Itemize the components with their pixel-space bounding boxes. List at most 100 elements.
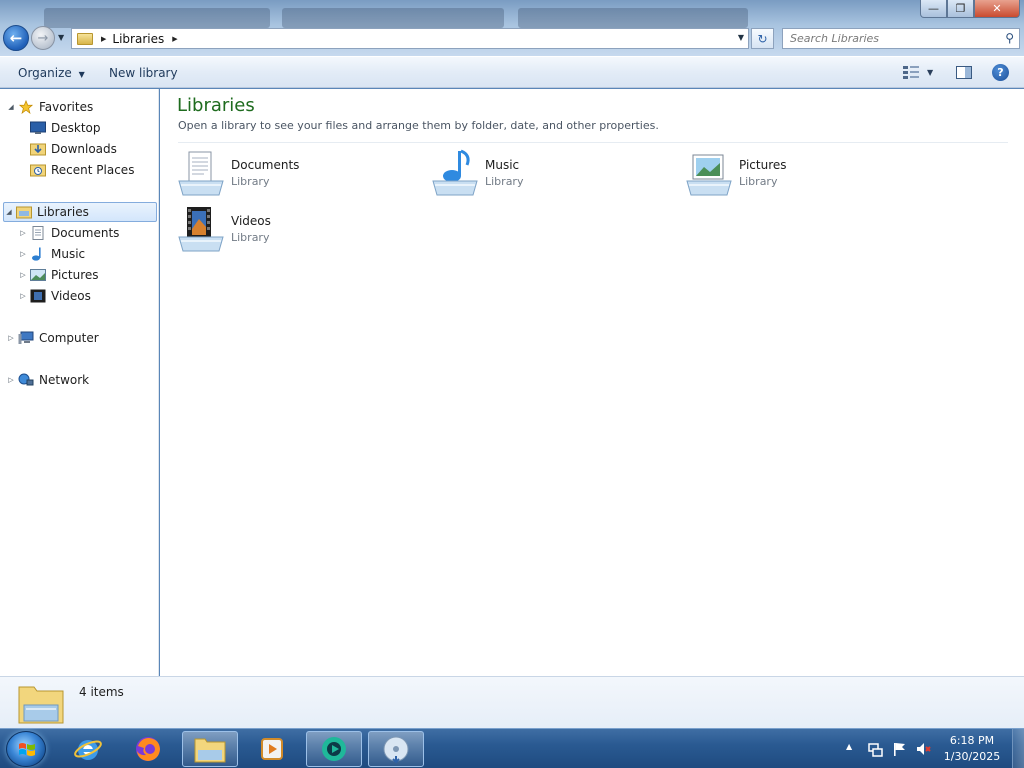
forward-arrow-icon: → — [37, 30, 49, 46]
videos-library-icon — [178, 207, 224, 252]
preview-pane-button[interactable] — [956, 66, 972, 79]
computer-icon — [18, 331, 34, 344]
nav-item-recent-places[interactable]: Recent Places — [28, 160, 134, 180]
new-library-button[interactable]: New library — [109, 66, 178, 80]
help-button[interactable]: ? — [992, 64, 1009, 81]
documents-library-icon — [178, 151, 224, 196]
expand-arrow-icon[interactable]: ▷ — [18, 229, 28, 237]
nav-favorites[interactable]: ◢ Favorites — [6, 97, 93, 117]
nav-item-desktop[interactable]: Desktop — [28, 118, 101, 138]
forward-button[interactable]: → — [31, 26, 55, 50]
taskbar-file-explorer[interactable] — [182, 731, 238, 767]
nav-item-label: Desktop — [51, 121, 101, 135]
background-tab — [518, 8, 748, 28]
documents-icon — [32, 226, 44, 240]
change-view-button[interactable] — [902, 65, 920, 82]
file-explorer-icon — [194, 738, 226, 763]
address-bar[interactable]: ▶ Libraries ▶ ▼ — [71, 28, 749, 49]
refresh-button[interactable]: ↻ — [751, 28, 774, 49]
address-history-dropdown[interactable]: ▼ — [738, 33, 744, 42]
background-tab — [282, 8, 504, 28]
search-input[interactable] — [790, 32, 1000, 45]
nav-libraries[interactable]: ◢ Libraries — [3, 202, 157, 222]
libraries-icon — [16, 206, 32, 219]
nav-item-downloads[interactable]: Downloads — [28, 139, 117, 159]
nav-network[interactable]: ▷ Network — [6, 370, 89, 390]
pictures-library-icon — [686, 154, 732, 196]
volume-muted-icon[interactable] — [915, 741, 931, 757]
maximize-button[interactable]: ❐ — [947, 0, 974, 18]
network-tray-icon[interactable] — [867, 741, 883, 757]
taskbar-internet-explorer[interactable] — [60, 731, 116, 767]
nav-item-documents[interactable]: ▷ Documents — [18, 223, 119, 243]
library-item-documents[interactable]: Documents Library — [177, 149, 417, 201]
page-title: Libraries — [177, 95, 255, 116]
library-type: Library — [231, 231, 270, 244]
library-item-pictures[interactable]: Pictures Library — [685, 149, 925, 201]
page-subtitle: Open a library to see your files and arr… — [178, 119, 659, 132]
library-item-music[interactable]: Music Library — [431, 149, 671, 201]
navigation-pane: ◢ Favorites Desktop Downloads Recent Pla… — [0, 89, 159, 676]
taskbar-firefox[interactable] — [120, 731, 176, 767]
clock[interactable]: 6:18 PM 1/30/2025 — [940, 733, 1004, 765]
library-type: Library — [231, 175, 270, 188]
libraries-content-pane: Libraries Open a library to see your fil… — [160, 89, 1024, 676]
close-button[interactable]: ✕ — [974, 0, 1020, 18]
recent-pages-dropdown[interactable]: ▼ — [58, 33, 64, 42]
nav-item-label: Recent Places — [51, 163, 135, 177]
libraries-folder-icon — [77, 32, 93, 45]
collapse-arrow-icon[interactable]: ◢ — [4, 208, 14, 216]
clock-date: 1/30/2025 — [943, 750, 1001, 763]
recent-places-icon — [30, 164, 46, 177]
show-desktop-button[interactable] — [1012, 729, 1024, 768]
taskbar: ▲ 6:18 PM 1/30/2025 — [0, 728, 1024, 768]
videos-icon — [30, 289, 46, 303]
library-type: Library — [739, 175, 778, 188]
action-center-flag-icon[interactable] — [891, 741, 907, 757]
library-item-videos[interactable]: Videos Library — [177, 205, 417, 257]
nav-computer[interactable]: ▷ Computer — [6, 328, 99, 348]
breadcrumb-libraries[interactable]: Libraries — [112, 32, 164, 46]
library-name: Pictures — [739, 158, 787, 172]
nav-item-pictures[interactable]: ▷ Pictures — [18, 265, 99, 285]
refresh-icon: ↻ — [757, 31, 768, 46]
expand-arrow-icon[interactable]: ▷ — [18, 250, 28, 258]
pictures-icon — [30, 269, 46, 281]
taskbar-disc-app[interactable] — [368, 731, 424, 767]
collapse-arrow-icon[interactable]: ◢ — [6, 103, 16, 111]
media-player-icon — [261, 738, 283, 760]
views-icon — [903, 66, 919, 79]
firefox-icon — [136, 737, 160, 761]
taskbar-app[interactable] — [306, 731, 362, 767]
nav-item-videos[interactable]: ▷ Videos — [18, 286, 91, 306]
expand-arrow-icon[interactable]: ▷ — [18, 292, 28, 300]
start-button[interactable] — [6, 731, 46, 767]
nav-network-label: Network — [39, 373, 90, 387]
nav-item-music[interactable]: ▷ Music — [18, 244, 85, 264]
search-icon[interactable]: ⚲ — [1005, 31, 1014, 45]
command-bar: Organize ▼ New library ▼ ? — [0, 56, 1024, 88]
expand-arrow-icon[interactable]: ▷ — [6, 334, 16, 342]
star-icon — [18, 100, 34, 114]
back-button[interactable]: ← — [3, 25, 29, 51]
nav-item-label: Pictures — [51, 268, 99, 282]
search-box[interactable]: ⚲ — [782, 28, 1020, 49]
library-name: Videos — [231, 214, 271, 228]
downloads-folder-icon — [30, 143, 46, 156]
desktop-icon — [30, 121, 46, 134]
network-icon — [18, 373, 34, 386]
taskbar-media-player[interactable] — [244, 731, 300, 767]
nav-computer-label: Computer — [39, 331, 99, 345]
expand-arrow-icon[interactable]: ▷ — [18, 271, 28, 279]
views-dropdown[interactable]: ▼ — [927, 68, 933, 77]
library-name: Documents — [231, 158, 300, 172]
breadcrumb-separator-icon[interactable]: ▶ — [101, 35, 106, 43]
organize-label: Organize — [18, 66, 72, 80]
breadcrumb-separator-icon[interactable]: ▶ — [172, 35, 177, 43]
organize-button[interactable]: Organize ▼ — [18, 66, 85, 80]
show-hidden-icons-button[interactable]: ▲ — [846, 742, 852, 751]
details-pane: 4 items — [0, 676, 1024, 728]
minimize-button[interactable]: — — [920, 0, 947, 18]
expand-arrow-icon[interactable]: ▷ — [6, 376, 16, 384]
nav-item-label: Music — [51, 247, 86, 261]
